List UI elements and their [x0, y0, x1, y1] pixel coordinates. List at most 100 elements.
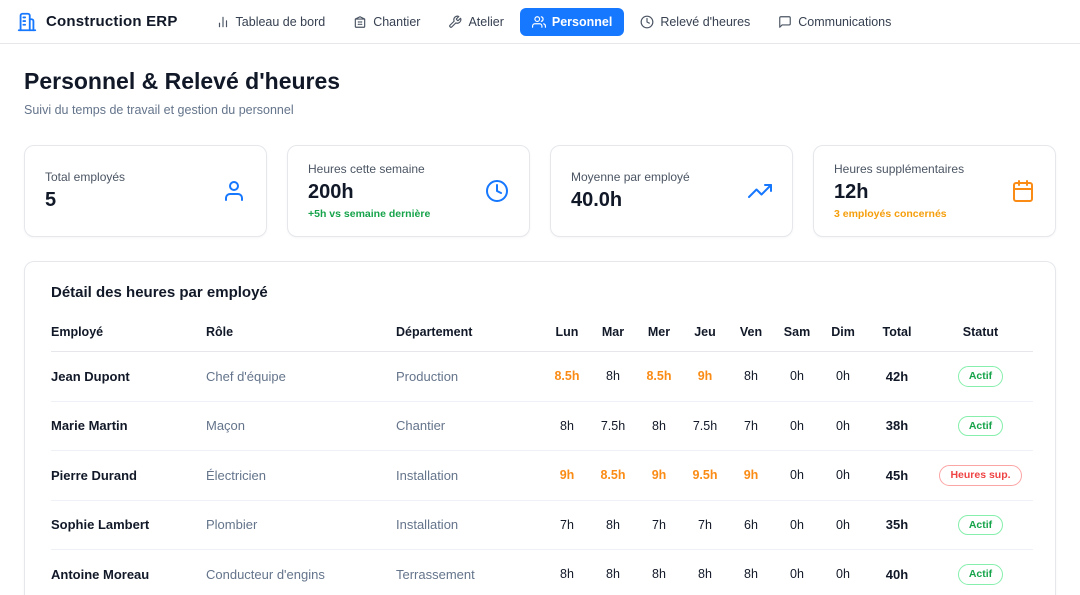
app-title: Construction ERP	[46, 13, 178, 30]
stat-card-total-employees: Total employés 5	[24, 145, 267, 237]
table-row: Marie MartinMaçonChantier8h7.5h8h7.5h7h0…	[51, 401, 1033, 451]
day-hours-cell: 8h	[636, 401, 682, 451]
table-title: Détail des heures par employé	[51, 284, 1029, 301]
stat-label: Heures supplémentaires	[834, 162, 964, 176]
stat-label: Heures cette semaine	[308, 162, 430, 176]
app-brand: Construction ERP	[16, 11, 178, 33]
day-hours-cell: 8h	[590, 500, 636, 550]
status-cell: Actif	[928, 500, 1033, 550]
employee-department: Installation	[396, 500, 544, 550]
stats-row: Total employés 5 Heures cette semaine 20…	[24, 145, 1056, 237]
employee-role: Électricien	[206, 451, 396, 501]
nav-item-releve-d-heures[interactable]: Relevé d'heures	[628, 8, 762, 36]
stat-card-overtime-hours: Heures supplémentaires 12h 3 employés co…	[813, 145, 1056, 237]
wrench-icon	[448, 15, 462, 29]
table-row: Antoine MoreauConducteur d'enginsTerrass…	[51, 550, 1033, 595]
building-icon	[353, 15, 367, 29]
status-badge: Actif	[958, 366, 1003, 387]
clock-icon	[485, 179, 509, 203]
stat-value: 40.0h	[571, 189, 690, 212]
status-cell: Actif	[928, 352, 1033, 402]
day-hours-cell: 8h	[544, 401, 590, 451]
nav-item-label: Chantier	[373, 15, 420, 29]
users-icon	[532, 15, 546, 29]
employee-total-hours: 40h	[866, 550, 928, 595]
employee-department: Production	[396, 352, 544, 402]
day-hours-cell: 7h	[636, 500, 682, 550]
day-hours-cell: 8h	[590, 352, 636, 402]
stat-value: 200h	[308, 181, 430, 204]
status-badge: Actif	[958, 515, 1003, 536]
stat-note: +5h vs semaine dernière	[308, 208, 430, 220]
employee-total-hours: 45h	[866, 451, 928, 501]
stat-value: 12h	[834, 181, 964, 204]
table-header-row: Employé Rôle Département Lun Mar Mer Jeu…	[51, 315, 1033, 352]
status-cell: Heures sup.	[928, 451, 1033, 501]
day-hours-cell: 7.5h	[682, 401, 728, 451]
employee-name: Jean Dupont	[51, 352, 206, 402]
nav-item-label: Communications	[798, 15, 891, 29]
employee-total-hours: 35h	[866, 500, 928, 550]
nav-item-atelier[interactable]: Atelier	[436, 8, 515, 36]
col-header-total: Total	[866, 315, 928, 352]
day-hours-cell: 9h	[682, 352, 728, 402]
stat-value: 5	[45, 189, 125, 212]
day-hours-cell: 0h	[774, 401, 820, 451]
nav-item-label: Tableau de bord	[236, 15, 326, 29]
employee-role: Conducteur d'engins	[206, 550, 396, 595]
stat-card-hours-this-week: Heures cette semaine 200h +5h vs semaine…	[287, 145, 530, 237]
nav-item-personnel[interactable]: Personnel	[520, 8, 624, 36]
hours-detail-card: Détail des heures par employé Employé Rô…	[24, 261, 1056, 595]
employee-role: Plombier	[206, 500, 396, 550]
nav-item-communications[interactable]: Communications	[766, 8, 903, 36]
col-header-wed: Mer	[636, 315, 682, 352]
day-hours-cell: 8.5h	[544, 352, 590, 402]
day-hours-cell: 8h	[590, 550, 636, 595]
nav-item-label: Personnel	[552, 15, 612, 29]
day-hours-cell: 8h	[728, 352, 774, 402]
col-header-tue: Mar	[590, 315, 636, 352]
day-hours-cell: 6h	[728, 500, 774, 550]
page-subtitle: Suivi du temps de travail et gestion du …	[24, 103, 1056, 117]
day-hours-cell: 0h	[820, 451, 866, 501]
nav-item-tableau-de-bord[interactable]: Tableau de bord	[204, 8, 338, 36]
day-hours-cell: 8.5h	[636, 352, 682, 402]
nav-item-label: Relevé d'heures	[660, 15, 750, 29]
employee-department: Chantier	[396, 401, 544, 451]
col-header-department: Département	[396, 315, 544, 352]
day-hours-cell: 8h	[544, 550, 590, 595]
stat-note: 3 employés concernés	[834, 208, 964, 220]
main-nav: Tableau de bord Chantier Atelier Personn…	[204, 8, 904, 36]
nav-item-chantier[interactable]: Chantier	[341, 8, 432, 36]
day-hours-cell: 9h	[636, 451, 682, 501]
col-header-sun: Dim	[820, 315, 866, 352]
status-badge: Actif	[958, 416, 1003, 437]
employee-role: Chef d'équipe	[206, 352, 396, 402]
day-hours-cell: 0h	[820, 500, 866, 550]
status-cell: Actif	[928, 550, 1033, 595]
table-row: Jean DupontChef d'équipeProduction8.5h8h…	[51, 352, 1033, 402]
top-nav-bar: Construction ERP Tableau de bord Chantie…	[0, 0, 1080, 44]
day-hours-cell: 0h	[774, 550, 820, 595]
day-hours-cell: 8h	[636, 550, 682, 595]
day-hours-cell: 0h	[820, 401, 866, 451]
day-hours-cell: 8h	[682, 550, 728, 595]
main-content: Personnel & Relevé d'heures Suivi du tem…	[0, 68, 1080, 595]
day-hours-cell: 7.5h	[590, 401, 636, 451]
employee-total-hours: 38h	[866, 401, 928, 451]
status-badge: Actif	[958, 564, 1003, 585]
day-hours-cell: 8h	[728, 550, 774, 595]
day-hours-cell: 0h	[774, 451, 820, 501]
day-hours-cell: 9h	[728, 451, 774, 501]
building-icon	[16, 11, 38, 33]
day-hours-cell: 9.5h	[682, 451, 728, 501]
clock-icon	[640, 15, 654, 29]
day-hours-cell: 7h	[682, 500, 728, 550]
employee-department: Installation	[396, 451, 544, 501]
col-header-employee: Employé	[51, 315, 206, 352]
user-icon	[222, 179, 246, 203]
status-cell: Actif	[928, 401, 1033, 451]
employee-table-body: Jean DupontChef d'équipeProduction8.5h8h…	[51, 352, 1033, 595]
bar-chart-icon	[216, 15, 230, 29]
col-header-mon: Lun	[544, 315, 590, 352]
